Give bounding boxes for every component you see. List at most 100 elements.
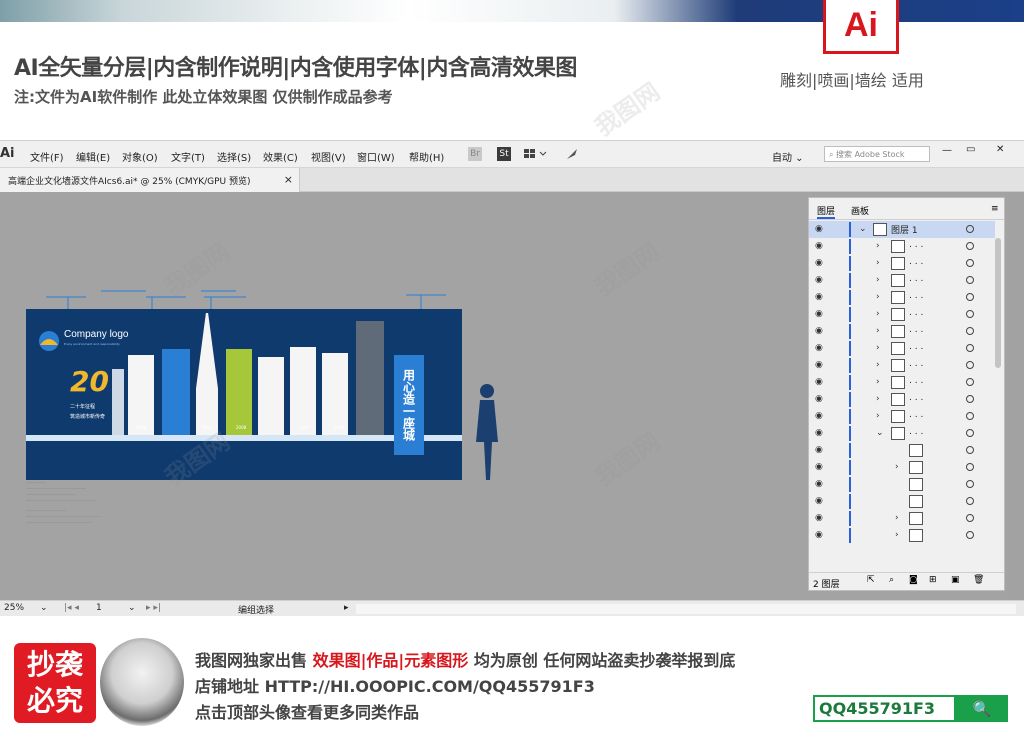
target-circle-icon[interactable] bbox=[966, 412, 974, 420]
expand-chevron-icon[interactable]: › bbox=[876, 241, 880, 251]
visibility-eye-icon[interactable]: ◉ bbox=[815, 360, 823, 370]
visibility-eye-icon[interactable]: ◉ bbox=[815, 445, 823, 455]
layer-row[interactable]: ◉ › . . . bbox=[809, 272, 995, 289]
visibility-eye-icon[interactable]: ◉ bbox=[815, 479, 823, 489]
menu-window[interactable]: 窗口(W) bbox=[357, 149, 395, 164]
target-circle-icon[interactable] bbox=[966, 293, 974, 301]
panel-menu-icon[interactable]: ≡ bbox=[991, 204, 999, 214]
target-circle-icon[interactable] bbox=[966, 395, 974, 403]
expand-chevron-icon[interactable]: › bbox=[876, 360, 880, 370]
target-circle-icon[interactable] bbox=[966, 327, 974, 335]
qq-search-field[interactable]: QQ455791F3 bbox=[813, 695, 956, 722]
target-circle-icon[interactable] bbox=[966, 378, 974, 386]
visibility-eye-icon[interactable]: ◉ bbox=[815, 513, 823, 523]
expand-chevron-icon[interactable]: ⌄ bbox=[876, 428, 884, 438]
page-number[interactable]: 1 bbox=[96, 603, 102, 613]
visibility-eye-icon[interactable]: ◉ bbox=[815, 224, 823, 234]
expand-chevron-icon[interactable]: › bbox=[876, 377, 880, 387]
visibility-eye-icon[interactable]: ◉ bbox=[815, 428, 823, 438]
layer-row[interactable]: ◉ › . . . bbox=[809, 323, 995, 340]
collapse-chevron-icon[interactable]: ⌄ bbox=[859, 224, 867, 234]
visibility-eye-icon[interactable]: ◉ bbox=[815, 377, 823, 387]
target-circle-icon[interactable] bbox=[966, 429, 974, 437]
expand-chevron-icon[interactable]: › bbox=[895, 462, 899, 472]
zoom-dropdown-icon[interactable]: ⌄ bbox=[40, 603, 48, 613]
visibility-eye-icon[interactable]: ◉ bbox=[815, 258, 823, 268]
menu-effect[interactable]: 效果(C) bbox=[263, 149, 298, 164]
expand-chevron-icon[interactable]: › bbox=[876, 394, 880, 404]
minimize-button[interactable]: — bbox=[942, 145, 952, 156]
layer-row[interactable]: ◉ › . . . bbox=[809, 357, 995, 374]
target-circle-icon[interactable] bbox=[966, 480, 974, 488]
visibility-eye-icon[interactable]: ◉ bbox=[815, 275, 823, 285]
visibility-eye-icon[interactable]: ◉ bbox=[815, 241, 823, 251]
expand-chevron-icon[interactable]: › bbox=[876, 258, 880, 268]
target-circle-icon[interactable] bbox=[966, 259, 974, 267]
target-circle-icon[interactable] bbox=[966, 463, 974, 471]
layer-row[interactable]: ◉ › . . . bbox=[809, 306, 995, 323]
target-circle-icon[interactable] bbox=[966, 310, 974, 318]
menu-type[interactable]: 文字(T) bbox=[171, 149, 205, 164]
feather-icon[interactable] bbox=[565, 147, 579, 161]
layer-row[interactable]: ◉ bbox=[809, 442, 995, 459]
menu-view[interactable]: 视图(V) bbox=[311, 149, 346, 164]
workspace-switcher[interactable]: 自动 ⌄ bbox=[772, 149, 804, 164]
layer-row[interactable]: ◉ bbox=[809, 476, 995, 493]
menu-help[interactable]: 帮助(H) bbox=[409, 149, 444, 164]
layer-row[interactable]: ◉ › . . . bbox=[809, 391, 995, 408]
new-sublayer-icon[interactable]: ⊞ bbox=[929, 575, 937, 585]
document-tab[interactable]: 高端企业文化墙源文件AIcs6.ai* @ 25% (CMYK/GPU 预览) … bbox=[0, 168, 300, 192]
expand-chevron-icon[interactable]: › bbox=[876, 292, 880, 302]
layer-row[interactable]: ◉ › . . . bbox=[809, 408, 995, 425]
close-tab-icon[interactable]: × bbox=[284, 173, 293, 186]
new-layer-icon[interactable]: ▣ bbox=[951, 575, 960, 585]
status-menu-icon[interactable]: ▸ bbox=[344, 603, 349, 613]
stock-search-input[interactable]: ⌕ 搜索 Adobe Stock bbox=[824, 146, 930, 162]
horizontal-scrollbar[interactable] bbox=[356, 604, 1016, 614]
target-circle-icon[interactable] bbox=[966, 242, 974, 250]
locate-icon[interactable]: ⌕ bbox=[889, 575, 894, 585]
target-circle-icon[interactable] bbox=[966, 514, 974, 522]
expand-chevron-icon[interactable]: › bbox=[876, 309, 880, 319]
layer-row[interactable]: ◉ › bbox=[809, 459, 995, 476]
stock-icon[interactable]: St bbox=[497, 147, 511, 161]
maximize-button[interactable]: ▭ bbox=[966, 144, 975, 155]
expand-chevron-icon[interactable]: › bbox=[895, 513, 899, 523]
page-dropdown-icon[interactable]: ⌄ bbox=[128, 603, 136, 613]
first-page-icon[interactable]: |◂ ◂ bbox=[64, 603, 79, 613]
next-page-icon[interactable]: ▸ ▸| bbox=[146, 603, 161, 613]
bridge-icon[interactable]: Br bbox=[468, 147, 482, 161]
target-circle-icon[interactable] bbox=[966, 225, 974, 233]
menu-object[interactable]: 对象(O) bbox=[122, 149, 158, 164]
layer-row-top[interactable]: ◉ ⌄ 图层 1 bbox=[809, 221, 995, 238]
target-circle-icon[interactable] bbox=[966, 497, 974, 505]
expand-chevron-icon[interactable]: › bbox=[876, 411, 880, 421]
layers-scrollbar[interactable] bbox=[995, 238, 1001, 368]
visibility-eye-icon[interactable]: ◉ bbox=[815, 326, 823, 336]
zoom-level[interactable]: 25% bbox=[4, 603, 24, 613]
layer-row[interactable]: ◉ ⌄ . . . bbox=[809, 425, 995, 442]
target-circle-icon[interactable] bbox=[966, 344, 974, 352]
layer-row[interactable]: ◉ › . . . bbox=[809, 340, 995, 357]
visibility-eye-icon[interactable]: ◉ bbox=[815, 292, 823, 302]
close-button[interactable]: ✕ bbox=[996, 144, 1004, 155]
visibility-eye-icon[interactable]: ◉ bbox=[815, 343, 823, 353]
layer-row[interactable]: ◉ › . . . bbox=[809, 238, 995, 255]
expand-chevron-icon[interactable]: › bbox=[876, 275, 880, 285]
layer-row[interactable]: ◉ › . . . bbox=[809, 255, 995, 272]
layer-row[interactable]: ◉ bbox=[809, 493, 995, 510]
clip-mask-icon[interactable]: ◙ bbox=[909, 575, 918, 585]
tab-layers[interactable]: 图层 bbox=[817, 204, 836, 219]
expand-chevron-icon[interactable]: › bbox=[895, 530, 899, 540]
layer-row[interactable]: ◉ › . . . bbox=[809, 289, 995, 306]
visibility-eye-icon[interactable]: ◉ bbox=[815, 309, 823, 319]
search-button[interactable]: 🔍 bbox=[956, 695, 1008, 722]
visibility-eye-icon[interactable]: ◉ bbox=[815, 530, 823, 540]
target-circle-icon[interactable] bbox=[966, 276, 974, 284]
layer-row[interactable]: ◉ › . . . bbox=[809, 374, 995, 391]
trash-icon[interactable]: 🗑 bbox=[973, 575, 984, 585]
visibility-eye-icon[interactable]: ◉ bbox=[815, 394, 823, 404]
visibility-eye-icon[interactable]: ◉ bbox=[815, 462, 823, 472]
avatar[interactable] bbox=[100, 638, 184, 726]
layer-row[interactable]: ◉ › bbox=[809, 527, 995, 544]
